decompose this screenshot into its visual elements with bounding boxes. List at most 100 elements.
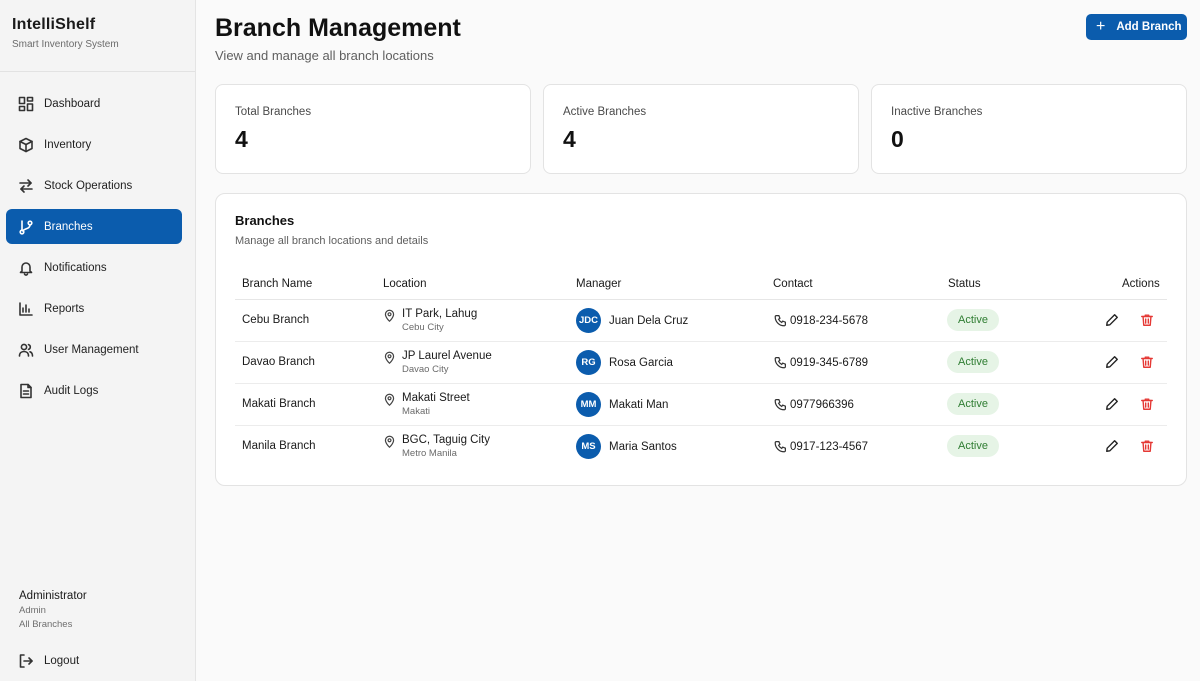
status-badge: Active — [947, 309, 999, 331]
document-icon — [20, 383, 32, 398]
sidebar-item-label: Inventory — [44, 138, 92, 151]
app-subtitle: Smart Inventory System — [12, 39, 119, 50]
delete-button[interactable] — [1140, 313, 1154, 327]
stat-value: 4 — [235, 126, 248, 152]
sidebar-item-stock-operations[interactable]: Stock Operations — [6, 168, 182, 203]
stat-card-total: Total Branches 4 — [215, 84, 531, 174]
pencil-icon — [1106, 356, 1118, 368]
page-subtitle: View and manage all branch locations — [215, 48, 434, 63]
delete-button[interactable] — [1140, 397, 1154, 411]
branch-manager: MM Makati Man — [576, 392, 668, 417]
edit-button[interactable] — [1105, 355, 1119, 369]
sidebar-item-label: User Management — [44, 343, 139, 356]
card-title: Branches — [235, 213, 295, 228]
location-city: Metro Manila — [402, 448, 457, 459]
main-content: Branch Management View and manage all br… — [196, 0, 1200, 681]
status-badge: Active — [947, 351, 999, 373]
add-branch-label: Add Branch — [1116, 21, 1182, 33]
status-badge: Active — [947, 393, 999, 415]
branch-location: JP Laurel Avenue Davao City — [383, 350, 492, 375]
stat-card-active: Active Branches 4 — [543, 84, 859, 174]
sidebar-item-reports[interactable]: Reports — [6, 291, 182, 326]
sidebar-item-label: Branches — [44, 220, 93, 233]
edit-button[interactable] — [1105, 439, 1119, 453]
branch-location: BGC, Taguig City Metro Manila — [383, 434, 490, 459]
manager-name: Maria Santos — [609, 440, 677, 453]
user-branch: All Branches — [19, 619, 73, 630]
location-address: JP Laurel Avenue — [402, 350, 492, 362]
avatar: MM — [576, 392, 601, 417]
contact-number: 0919-345-6789 — [790, 356, 869, 369]
sidebar-nav: Dashboard Inventory Stock Operations Bra… — [0, 72, 195, 408]
brand: IntelliShelf Smart Inventory System — [0, 0, 195, 72]
manager-name: Juan Dela Cruz — [609, 314, 689, 327]
location-address: IT Park, Lahug — [402, 308, 478, 320]
trash-icon — [1141, 398, 1153, 410]
branches-card: Branches Manage all branch locations and… — [215, 193, 1187, 486]
table-row: Cebu Branch IT Park, Lahug Cebu City JDC … — [235, 300, 1167, 342]
sidebar-item-label: Dashboard — [44, 97, 101, 110]
branch-name: Manila Branch — [242, 440, 316, 452]
table-row: Davao Branch JP Laurel Avenue Davao City … — [235, 342, 1167, 384]
map-pin-icon — [384, 393, 395, 406]
column-header-actions: Actions — [1122, 278, 1160, 290]
app-name: IntelliShelf — [12, 16, 96, 33]
trash-icon — [1141, 314, 1153, 326]
pencil-icon — [1106, 440, 1118, 452]
avatar: JDC — [576, 308, 601, 333]
location-city: Makati — [402, 406, 430, 417]
phone-icon — [774, 399, 786, 411]
branch-contact: 0917-123-4567 — [774, 440, 868, 453]
sidebar-item-branches[interactable]: Branches — [6, 209, 182, 244]
sidebar-item-notifications[interactable]: Notifications — [6, 250, 182, 285]
branch-manager: MS Maria Santos — [576, 434, 677, 459]
phone-icon — [774, 357, 786, 369]
dashboard-icon — [18, 96, 34, 111]
card-subtitle: Manage all branch locations and details — [235, 235, 429, 247]
branch-name: Cebu Branch — [242, 314, 310, 326]
map-pin-icon — [384, 435, 395, 448]
edit-button[interactable] — [1105, 397, 1119, 411]
swap-arrows-icon — [19, 178, 33, 193]
box-icon — [19, 137, 33, 152]
sidebar-item-audit-logs[interactable]: Audit Logs — [6, 373, 182, 408]
logout-button[interactable]: Logout — [6, 643, 183, 678]
users-icon — [18, 343, 34, 357]
add-branch-button[interactable]: + Add Branch — [1086, 14, 1187, 40]
table-row: Makati Branch Makati Street Makati MM Mak… — [235, 384, 1167, 426]
table-row: Manila Branch BGC, Taguig City Metro Mani… — [235, 426, 1167, 468]
edit-button[interactable] — [1105, 313, 1119, 327]
contact-number: 0918-234-5678 — [790, 314, 869, 327]
branch-name: Makati Branch — [242, 398, 316, 410]
page-title: Branch Management — [215, 14, 461, 42]
manager-name: Makati Man — [609, 398, 669, 411]
delete-button[interactable] — [1140, 439, 1154, 453]
sidebar-item-label: Audit Logs — [44, 384, 99, 397]
phone-icon — [774, 441, 786, 453]
plus-icon: + — [1096, 18, 1106, 35]
sidebar-item-dashboard[interactable]: Dashboard — [6, 86, 182, 121]
logout-icon — [19, 653, 33, 668]
location-address: Makati Street — [402, 392, 470, 404]
column-header-status: Status — [948, 278, 981, 290]
location-city: Davao City — [402, 364, 449, 375]
branch-contact: 0919-345-6789 — [774, 356, 868, 369]
branch-location: Makati Street Makati — [383, 392, 470, 417]
sidebar-item-user-management[interactable]: User Management — [6, 332, 182, 367]
stat-label: Total Branches — [235, 106, 312, 118]
stat-card-inactive: Inactive Branches 0 — [871, 84, 1187, 174]
map-pin-icon — [384, 309, 395, 322]
avatar: RG — [576, 350, 601, 375]
location-city: Cebu City — [402, 322, 444, 333]
trash-icon — [1141, 356, 1153, 368]
phone-icon — [774, 315, 786, 327]
sidebar-item-label: Notifications — [44, 261, 107, 274]
stat-label: Inactive Branches — [891, 106, 983, 118]
sidebar-item-inventory[interactable]: Inventory — [6, 127, 182, 162]
delete-button[interactable] — [1140, 355, 1154, 369]
stat-value: 4 — [563, 126, 576, 152]
bell-icon — [19, 261, 33, 276]
trash-icon — [1141, 440, 1153, 452]
stat-value: 0 — [891, 126, 904, 152]
column-header-manager: Manager — [576, 278, 622, 290]
